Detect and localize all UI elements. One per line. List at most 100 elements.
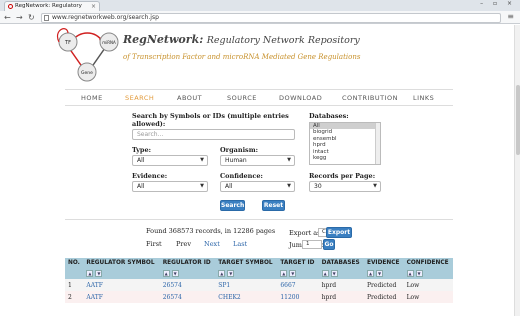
reload-icon[interactable]: ↻ <box>28 12 35 23</box>
results-table: NO. REGULATOR SYMBOL REGULATOR ID TARGET… <box>65 258 453 303</box>
logo-node-mirna: miRNA <box>102 40 116 45</box>
page-scrollbar[interactable] <box>514 25 520 316</box>
confidence-select[interactable]: All ▼ <box>220 181 295 192</box>
sort-cell: ▲ ▼ <box>403 268 453 279</box>
nav-source[interactable]: SOURCE <box>227 94 257 102</box>
pager-prev[interactable]: Prev <box>176 240 191 248</box>
target-id-link[interactable]: 6667 <box>280 282 295 289</box>
back-arrow-icon[interactable]: ← <box>4 12 11 23</box>
chevron-down-icon: ▼ <box>200 157 204 163</box>
close-tab-icon[interactable]: × <box>91 2 96 11</box>
window-controls[interactable]: – ▫ × <box>480 0 516 7</box>
chevron-down-icon: ▼ <box>373 183 377 189</box>
nav-contribution[interactable]: CONTRIBUTION <box>342 94 398 102</box>
jump-page-value: 1 <box>306 241 310 247</box>
export-button[interactable]: Export <box>326 227 352 238</box>
nav-home[interactable]: HOME <box>81 94 103 102</box>
nav-about[interactable]: ABOUT <box>177 94 202 102</box>
cell-regulator-id: 26574 <box>159 279 216 291</box>
pager-next[interactable]: Next <box>204 240 220 248</box>
search-label: Search by Symbols or IDs (multiple entri… <box>132 112 289 128</box>
sort-desc-icon[interactable]: ▼ <box>375 270 383 277</box>
target-symbol-link[interactable]: SP1 <box>218 282 230 289</box>
databases-option[interactable]: kegg <box>310 155 380 161</box>
type-label: Type: <box>132 146 151 154</box>
site-subtitle: of Transcription Factor and microRNA Med… <box>123 53 361 61</box>
chevron-down-icon: ▼ <box>287 183 291 189</box>
cell-databases: hprd <box>318 291 364 303</box>
main-nav: HOME SEARCH ABOUT SOURCE DOWNLOAD CONTRI… <box>65 89 453 106</box>
browser-tab[interactable]: RegNetwork: Regulatory × <box>4 1 100 11</box>
organism-select[interactable]: Human ▼ <box>220 155 295 166</box>
evidence-label: Evidence: <box>132 172 168 180</box>
evidence-select-value: All <box>137 183 145 190</box>
column-header: REGULATOR SYMBOL <box>83 258 160 268</box>
jump-page-input[interactable]: 1 <box>302 240 322 249</box>
sort-cell: ▲ ▼ <box>363 268 404 279</box>
browser-menu-icon[interactable]: ≡ <box>507 12 514 21</box>
sort-cell: ▲ ▼ <box>215 268 278 279</box>
url-field[interactable]: www.regnetworkweb.org/search.jsp <box>41 12 501 23</box>
sort-asc-icon[interactable]: ▲ <box>218 270 226 277</box>
regulator-symbol-link[interactable]: AATF <box>86 294 103 301</box>
cell-no: 2 <box>65 291 84 303</box>
sort-cell: ▲ ▼ <box>318 268 364 279</box>
regulator-id-link[interactable]: 26574 <box>163 294 182 301</box>
target-id-link[interactable]: 11200 <box>280 294 299 301</box>
tab-title: RegNetwork: Regulatory <box>15 3 82 9</box>
chevron-down-icon: ▼ <box>287 157 291 163</box>
sort-asc-icon[interactable]: ▲ <box>280 270 288 277</box>
cell-databases: hprd <box>318 279 364 291</box>
sort-cell <box>65 268 84 279</box>
cell-target-symbol: CHEK2 <box>215 291 278 303</box>
nav-links[interactable]: LINKS <box>413 94 434 102</box>
sort-desc-icon[interactable]: ▼ <box>415 270 423 277</box>
site-favicon-icon <box>8 4 13 9</box>
sort-desc-icon[interactable]: ▼ <box>227 270 235 277</box>
column-header: EVIDENCE <box>363 258 404 268</box>
go-button[interactable]: Go <box>323 239 335 250</box>
site-title: RegNetwork: Regulatory Network Repositor… <box>123 33 360 46</box>
forward-arrow-icon[interactable]: → <box>16 12 23 23</box>
search-input[interactable]: Search... <box>132 129 295 140</box>
nav-search[interactable]: SEARCH <box>125 94 154 102</box>
column-header: NO. <box>65 258 84 268</box>
records-select[interactable]: 30 ▼ <box>309 181 381 192</box>
browser-tabbar: RegNetwork: Regulatory × – ▫ × <box>0 0 520 11</box>
regulator-symbol-link[interactable]: AATF <box>86 282 103 289</box>
evidence-select[interactable]: All ▼ <box>132 181 208 192</box>
search-button[interactable]: Search <box>220 200 245 211</box>
sort-cell: ▲ ▼ <box>159 268 216 279</box>
sort-asc-icon[interactable]: ▲ <box>321 270 329 277</box>
sort-desc-icon[interactable]: ▼ <box>171 270 179 277</box>
section-divider <box>65 219 453 220</box>
pager-first[interactable]: First <box>146 240 162 248</box>
nav-download[interactable]: DOWNLOAD <box>279 94 322 102</box>
cell-evidence: Predicted <box>363 291 404 303</box>
sort-desc-icon[interactable]: ▼ <box>289 270 297 277</box>
found-records-text: Found 368573 records, in 12286 pages <box>146 227 276 235</box>
site-title-brand: RegNetwork: <box>123 33 204 46</box>
cell-target-id: 11200 <box>277 291 319 303</box>
pager-last[interactable]: Last <box>233 240 247 248</box>
sort-asc-icon[interactable]: ▲ <box>162 270 170 277</box>
sort-desc-icon[interactable]: ▼ <box>330 270 338 277</box>
reset-button[interactable]: Reset <box>262 200 285 211</box>
sort-desc-icon[interactable]: ▼ <box>95 270 103 277</box>
column-header: DATABASES <box>318 258 364 268</box>
target-symbol-link[interactable]: CHEK2 <box>218 294 241 301</box>
regulator-id-link[interactable]: 26574 <box>163 282 182 289</box>
sort-asc-icon[interactable]: ▲ <box>86 270 94 277</box>
page-icon <box>44 14 49 21</box>
url-text: www.regnetworkweb.org/search.jsp <box>52 13 159 21</box>
databases-listbox[interactable]: All biogrid ensembl hprd intact kegg <box>309 122 381 165</box>
records-label: Records per Page: <box>309 172 376 180</box>
sort-asc-icon[interactable]: ▲ <box>406 270 414 277</box>
listbox-scrollbar[interactable] <box>375 123 380 164</box>
type-select[interactable]: All ▼ <box>132 155 208 166</box>
scrollbar-thumb[interactable] <box>516 85 520 155</box>
chevron-down-icon: ▼ <box>200 183 204 189</box>
regnetwork-logo: TF miRNA Gene <box>57 28 119 82</box>
sort-asc-icon[interactable]: ▲ <box>366 270 374 277</box>
logo-node-gene: Gene <box>81 70 93 76</box>
